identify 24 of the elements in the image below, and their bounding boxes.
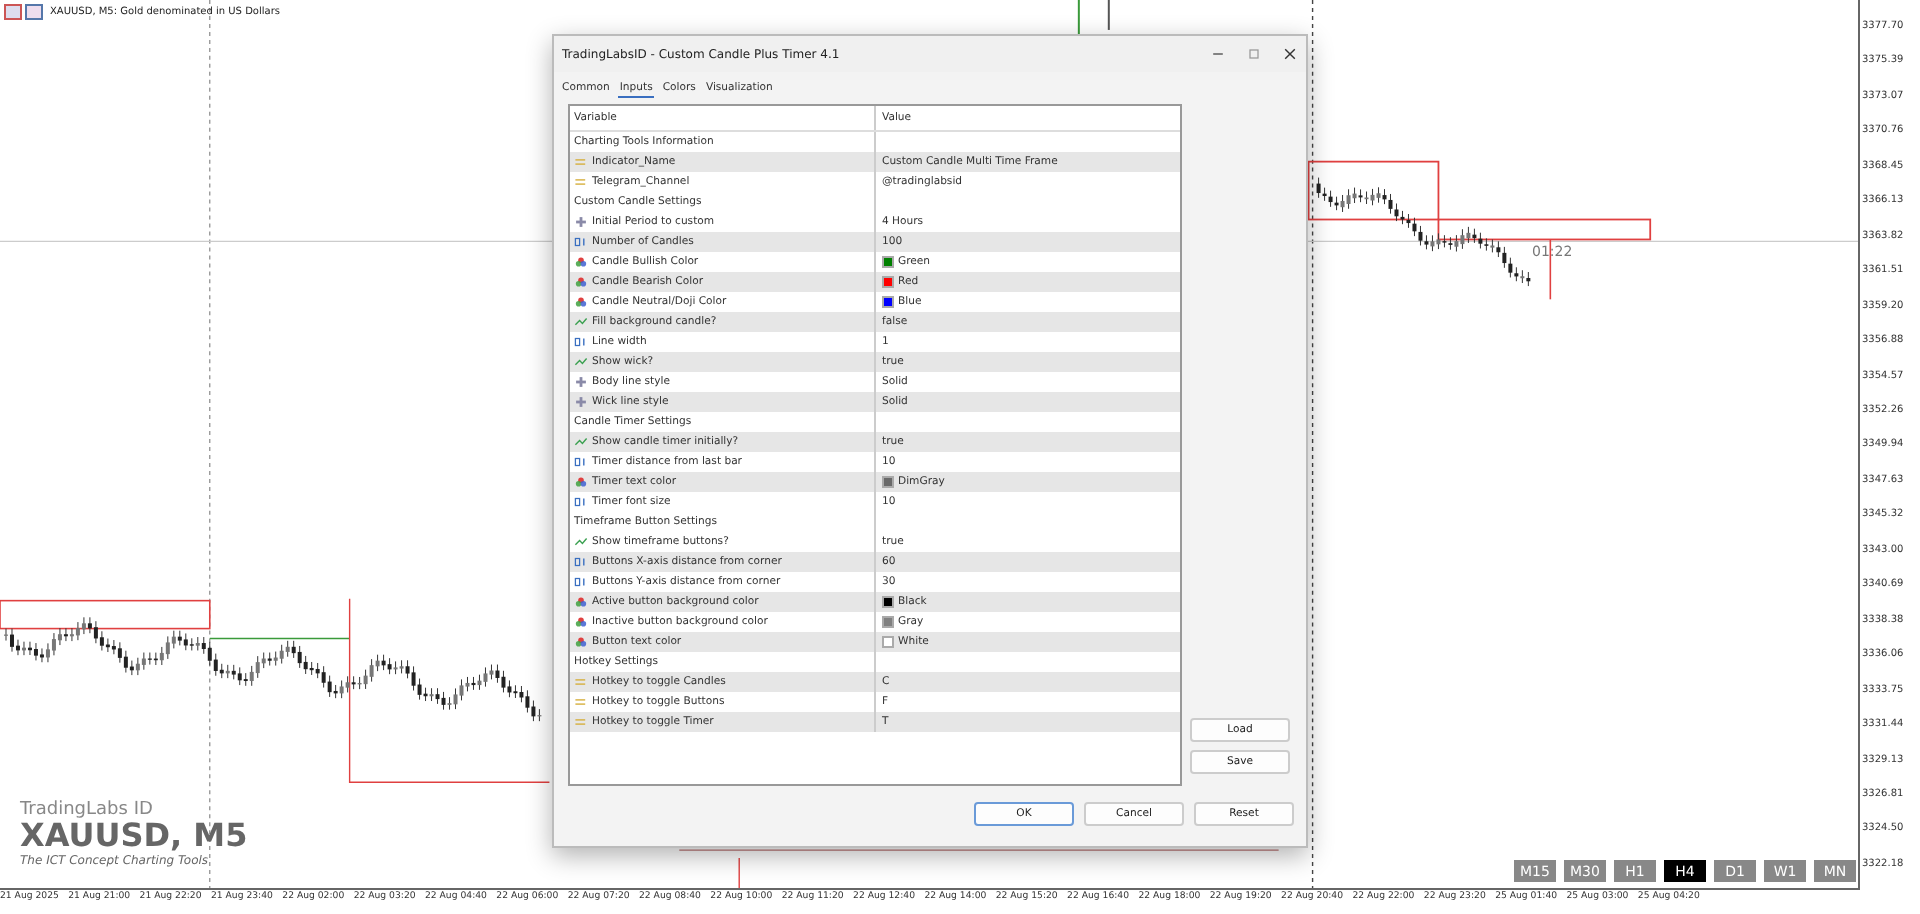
boolean-type-icon: [574, 356, 588, 368]
color-type-icon: [574, 476, 588, 488]
number-type-icon: [574, 576, 588, 588]
boolean-type-icon: [574, 316, 588, 328]
number-type-icon: [574, 236, 588, 248]
list-type-icon: [574, 376, 588, 388]
watermark-symbol: XAUUSD, M5: [20, 820, 248, 854]
number-type-icon: [574, 456, 588, 468]
number-type-icon: [574, 336, 588, 348]
chart-icons: [4, 4, 44, 20]
text-type-icon: [574, 156, 588, 168]
text-type-icon: [574, 176, 588, 188]
boolean-type-icon: [574, 436, 588, 448]
number-type-icon: [574, 496, 588, 508]
list-type-icon: [574, 396, 588, 408]
list-type-icon: [574, 216, 588, 228]
number-type-icon: [574, 556, 588, 568]
watermark-brand: TradingLabs ID: [20, 800, 155, 820]
text-type-icon: [574, 676, 588, 688]
text-type-icon: [574, 716, 588, 728]
text-type-icon: [574, 696, 588, 708]
boolean-type-icon: [574, 536, 588, 548]
close-icon[interactable]: [1282, 46, 1298, 62]
maximize-icon[interactable]: [1246, 46, 1262, 62]
